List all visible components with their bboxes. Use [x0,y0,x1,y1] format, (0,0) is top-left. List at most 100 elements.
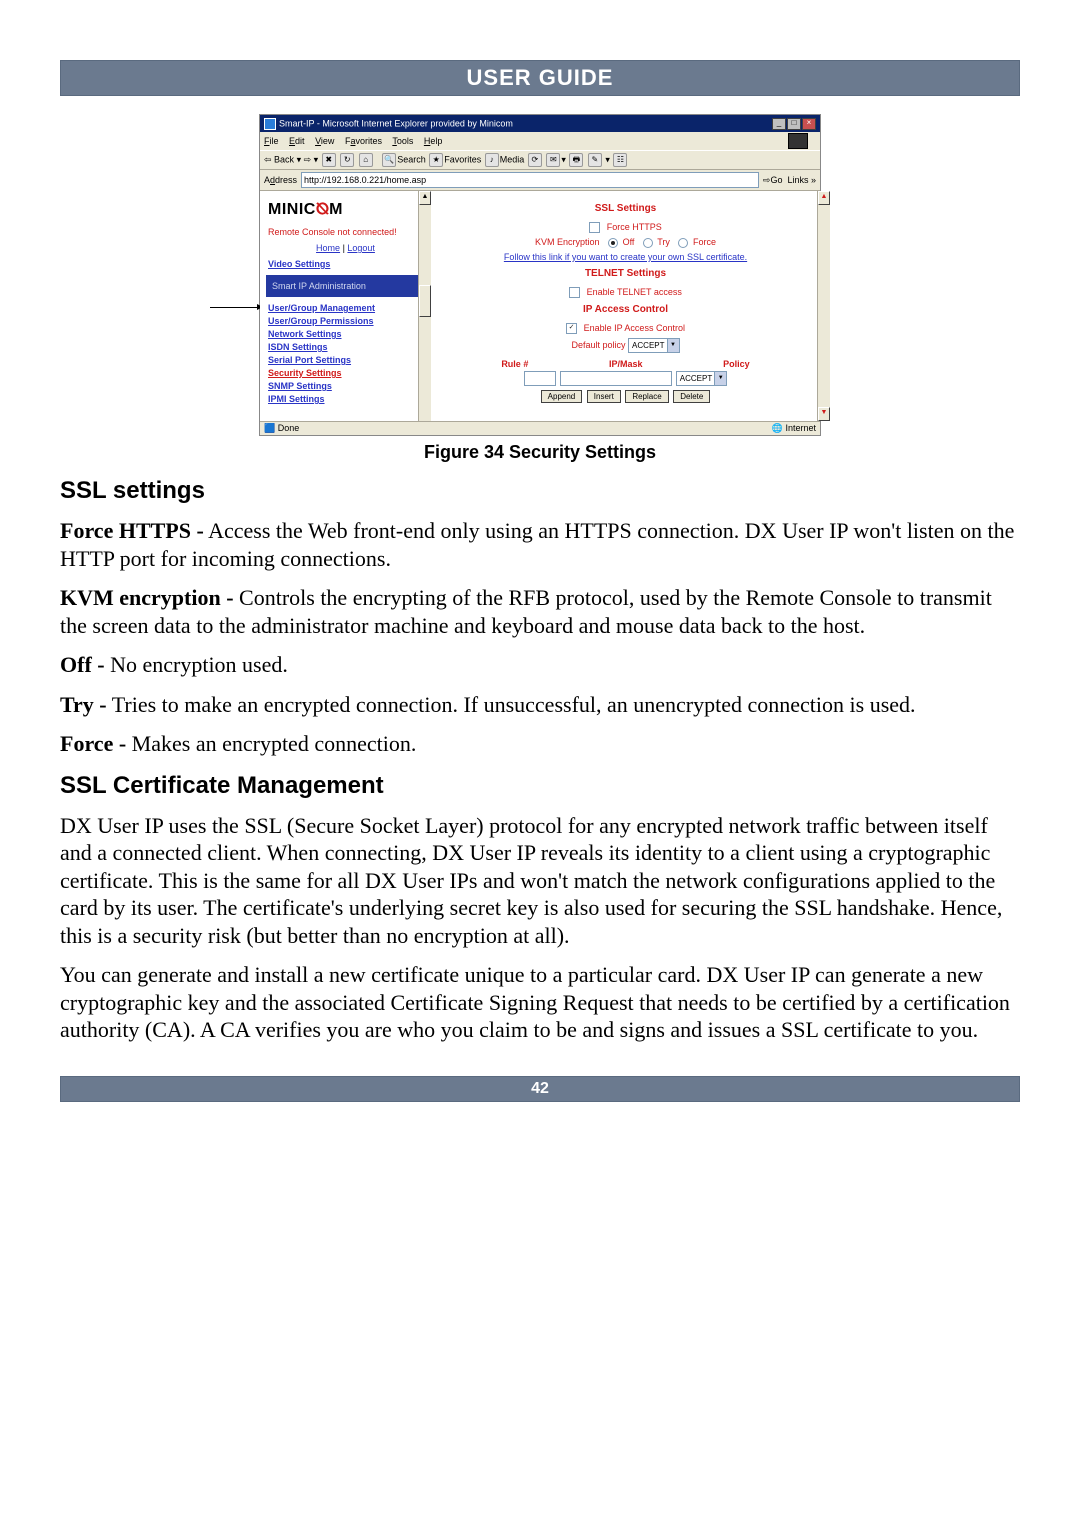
force-https-row: Force HTTPS [441,222,810,233]
para-cert2: You can generate and install a new certi… [60,961,1020,1044]
console-status: Remote Console not connected! [268,227,423,237]
ssl-settings-title: SSL Settings [441,203,810,214]
window-titlebar: Smart-IP - Microsoft Internet Explorer p… [260,115,820,132]
ipac-enable-label: Enable IP Access Control [584,323,685,333]
mail-icon[interactable]: ✉ [546,153,560,167]
home-logout: Home | Logout [268,243,423,253]
logo-o-icon: ⦰ [316,201,329,218]
replace-button[interactable]: Replace [625,390,668,403]
edit-icon[interactable]: ✎ [588,153,602,167]
discuss-icon[interactable]: ☷ [613,153,627,167]
menu-bar: File Edit View Favorites Tools Help [260,132,820,150]
header-bar: USER GUIDE [60,60,1020,96]
heading-ssl-settings: SSL settings [60,477,1020,505]
ipac-title: IP Access Control [441,304,810,315]
forward-button[interactable]: ⇨ ▾ [304,154,321,164]
address-label: Address [264,175,297,185]
rule-input[interactable] [524,371,556,386]
sidebar-item-security[interactable]: Security Settings [268,368,423,378]
status-done: 🟦 Done [264,423,299,434]
figure-caption: Figure 34 Security Settings [60,442,1020,463]
menu-edit[interactable]: Edit [289,136,305,146]
minimize-icon[interactable]: _ [772,118,786,130]
para-off: Off - No encryption used. [60,651,1020,679]
window-title: Smart-IP - Microsoft Internet Explorer p… [264,118,513,130]
home-link[interactable]: Home [316,243,340,253]
sidebar-scrollbar[interactable]: ▲ [418,191,431,421]
menu-file[interactable]: File [264,136,279,146]
delete-button[interactable]: Delete [673,390,710,403]
browser-window: Smart-IP - Microsoft Internet Explorer p… [259,114,821,436]
sidebar-item-snmp[interactable]: SNMP Settings [268,381,423,391]
kvm-encryption-row: KVM Encryption Off Try Force [441,237,810,248]
sidebar-item-admin[interactable]: Smart IP Administration [266,275,425,297]
append-button[interactable]: Append [541,390,583,403]
search-button[interactable]: Search [397,154,426,164]
main-scroll-down-icon[interactable]: ▼ [818,407,830,421]
callout-arrow [210,307,262,308]
ssl-cert-link[interactable]: Follow this link if you want to create y… [441,252,810,262]
history-icon[interactable]: ⟳ [528,153,542,167]
term-force-https: Force HTTPS - [60,518,204,543]
favorites-button[interactable]: Favorites [444,154,481,164]
default-policy-label: Default policy [572,340,626,350]
sidebar-item-serial[interactable]: Serial Port Settings [268,355,423,365]
maximize-icon[interactable]: □ [787,118,801,130]
media-button[interactable]: Media [500,154,525,164]
kvm-radio-try[interactable] [643,238,653,248]
default-policy-select[interactable]: ACCEPT [628,338,679,353]
print-icon[interactable]: 🖶 [569,153,583,167]
main-pane: SSL Settings Force HTTPS KVM Encryption … [431,191,820,421]
ie-icon [264,118,276,130]
ipac-checkbox[interactable]: ✓ [566,323,577,334]
ipac-table-header: Rule # IP/Mask Policy [461,359,790,369]
main-scrollbar[interactable]: ▲ ▼ [817,191,830,421]
links-button[interactable]: Links » [787,175,816,185]
scroll-thumb[interactable] [419,285,431,317]
kvm-radio-force[interactable] [678,238,688,248]
home-icon[interactable]: ⌂ [359,153,373,167]
term-force: Force - [60,731,126,756]
para-try: Try - Tries to make an encrypted connect… [60,691,1020,719]
main-scroll-up-icon[interactable]: ▲ [818,191,830,205]
scroll-up-icon[interactable]: ▲ [419,191,431,205]
close-icon[interactable]: × [802,118,816,130]
menu-help[interactable]: Help [424,136,443,146]
menu-throbber-icon [788,133,808,149]
ipac-enable-row: ✓ Enable IP Access Control [441,323,810,334]
telnet-enable-row: Enable TELNET access [441,287,810,298]
col-policy: Policy [723,359,750,369]
status-zone: 🌐 Internet [772,423,816,434]
kvm-radio-off[interactable] [608,238,618,248]
logout-link[interactable]: Logout [347,243,375,253]
force-https-label: Force HTTPS [607,222,662,232]
default-policy-row: Default policy ACCEPT [441,338,810,353]
telnet-checkbox[interactable] [569,287,580,298]
sidebar: MINIC⦰M Remote Console not connected! Ho… [260,191,431,421]
ipmask-input[interactable] [560,371,672,386]
address-input[interactable] [301,172,759,188]
stop-icon[interactable]: ✖ [322,153,336,167]
sidebar-item-usergroup-perm[interactable]: User/Group Permissions [268,316,423,326]
go-button[interactable]: ⇨Go [763,175,783,186]
sidebar-item-video[interactable]: Video Settings [268,259,423,269]
sidebar-item-usergroup-mgmt[interactable]: User/Group Management [268,303,423,313]
menu-tools[interactable]: Tools [392,136,413,146]
content-area: MINIC⦰M Remote Console not connected! Ho… [260,191,820,421]
back-button[interactable]: ⇦ Back ▾ [264,154,301,164]
row-policy-select[interactable]: ACCEPT [676,371,727,386]
menu-view[interactable]: View [315,136,334,146]
para-cert1: DX User IP uses the SSL (Secure Socket L… [60,812,1020,950]
refresh-icon[interactable]: ↻ [340,153,354,167]
sidebar-item-isdn[interactable]: ISDN Settings [268,342,423,352]
sidebar-item-ipmi[interactable]: IPMI Settings [268,394,423,404]
insert-button[interactable]: Insert [587,390,621,403]
menu-favorites[interactable]: Favorites [345,136,382,146]
search-icon[interactable]: 🔍 [382,153,396,167]
favorites-icon[interactable]: ★ [429,153,443,167]
sidebar-item-network[interactable]: Network Settings [268,329,423,339]
para-force-https: Force HTTPS - Access the Web front-end o… [60,517,1020,572]
kvm-label: KVM Encryption [535,237,600,247]
media-icon[interactable]: ♪ [485,153,499,167]
force-https-checkbox[interactable] [589,222,600,233]
